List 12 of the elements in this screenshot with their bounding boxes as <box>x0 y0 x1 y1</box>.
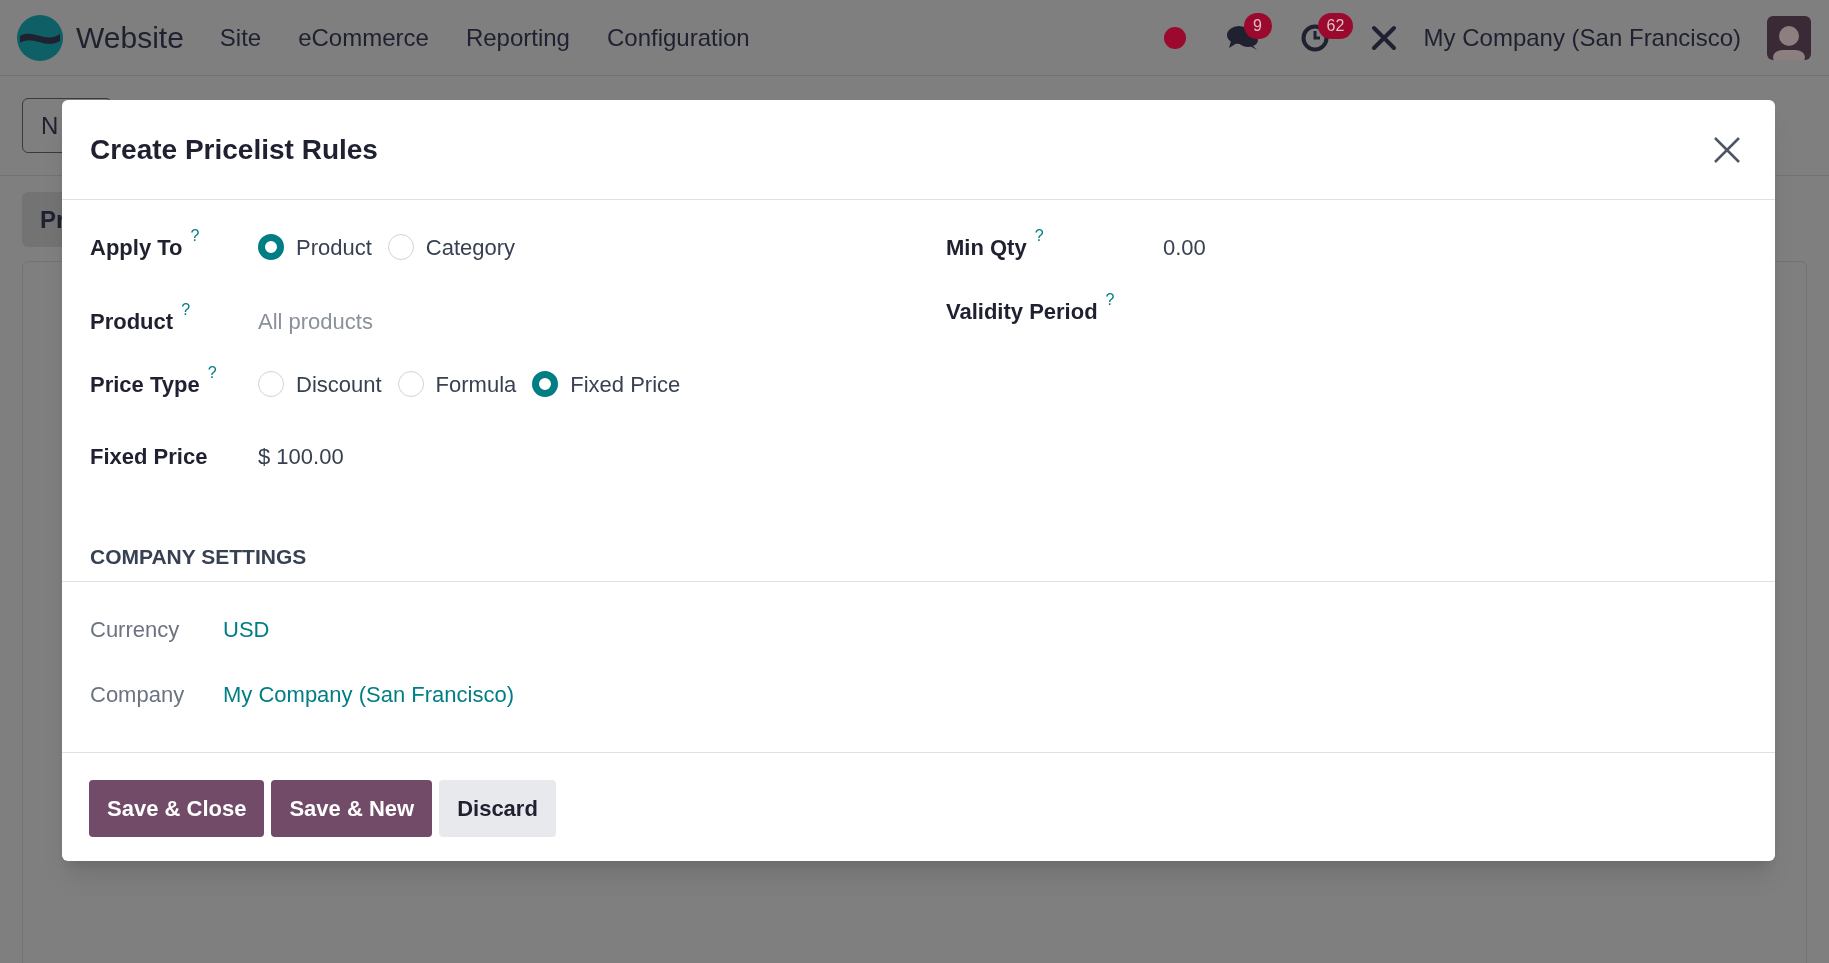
section-heading: COMPANY SETTINGS <box>90 545 307 568</box>
field-label: Price Type <box>90 370 200 399</box>
field-label: Apply To <box>90 233 183 262</box>
field-label: Currency <box>90 615 181 644</box>
count-badge: 9 <box>1243 12 1272 39</box>
field-label: Company <box>90 680 186 709</box>
field-label: Product <box>90 307 174 336</box>
field-label: Min Qty <box>946 233 1027 262</box>
field-label: Fixed Price <box>90 442 208 471</box>
count-badge: 62 <box>1317 12 1354 39</box>
dialog-title: Create Pricelist Rules <box>90 132 378 167</box>
field-label: Validity Period <box>946 297 1098 326</box>
